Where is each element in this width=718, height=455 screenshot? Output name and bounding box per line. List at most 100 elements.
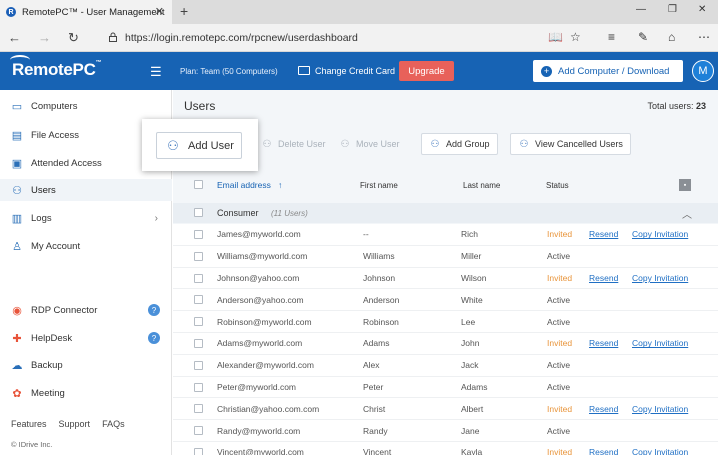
user-email[interactable]: Peter@myworld.com bbox=[217, 382, 296, 392]
user-last-name: Rich bbox=[461, 229, 479, 240]
table-row[interactable]: Christian@yahoo.com.com Christ Albert Invit… bbox=[173, 398, 718, 421]
row-checkbox[interactable] bbox=[194, 338, 203, 348]
add-group-button[interactable]: ⚇ Add Group bbox=[421, 133, 498, 155]
features-link[interactable]: Features bbox=[11, 419, 47, 429]
delete-user-icon: ⚇ bbox=[262, 138, 272, 150]
email-column-header[interactable]: Email address ↑ bbox=[217, 180, 282, 190]
row-checkbox[interactable] bbox=[194, 295, 203, 305]
annotate-icon[interactable]: ✎ bbox=[638, 30, 648, 44]
resend-link[interactable]: Resend bbox=[589, 229, 618, 239]
status-badge: Active bbox=[547, 381, 571, 392]
row-checkbox[interactable] bbox=[194, 360, 203, 370]
user-email[interactable]: Vincent@myworld.com bbox=[217, 447, 304, 455]
view-cancelled-users-button[interactable]: ⚇ View Cancelled Users bbox=[510, 133, 631, 155]
row-checkbox[interactable] bbox=[194, 404, 203, 414]
user-email[interactable]: Christian@yahoo.com.com bbox=[217, 404, 319, 414]
user-email[interactable]: Anderson@yahoo.com bbox=[217, 295, 304, 305]
table-row[interactable]: Vincent@myworld.com Vincent Kayla Invited Re… bbox=[173, 441, 718, 455]
sidebar-item-my-account[interactable]: ♙ My Account bbox=[0, 235, 172, 257]
table-row[interactable]: Peter@myworld.com Peter Adams Active bbox=[173, 376, 718, 399]
copy-invitation-link[interactable]: Copy Invitation bbox=[632, 229, 688, 239]
sidebar-item-meeting[interactable]: ✿ Meeting bbox=[0, 382, 172, 404]
share-icon[interactable]: ⌂ bbox=[668, 30, 675, 44]
tab-close-icon[interactable]: ✕ bbox=[155, 5, 164, 18]
refresh-icon[interactable]: ↻ bbox=[68, 30, 79, 46]
sidebar-item-rdp-connector[interactable]: ◉ RDP Connector ? bbox=[0, 299, 172, 321]
copy-invitation-link[interactable]: Copy Invitation bbox=[632, 273, 688, 283]
support-link[interactable]: Support bbox=[59, 419, 91, 429]
sidebar-item-computers[interactable]: ▭ Computers bbox=[0, 95, 172, 117]
user-email[interactable]: Adams@myworld.com bbox=[217, 338, 302, 348]
user-email[interactable]: James@myworld.com bbox=[217, 229, 301, 239]
user-last-name: Kayla bbox=[461, 447, 483, 455]
group-row-consumer[interactable]: Consumer (11 Users) ︿ bbox=[173, 203, 718, 223]
add-computer-button[interactable]: + Add Computer / Download bbox=[533, 60, 683, 82]
delete-user-button[interactable]: ⚇ Delete User bbox=[253, 133, 334, 155]
more-icon[interactable]: ⋯ bbox=[698, 30, 710, 44]
table-row[interactable]: Robinson@myworld.com Robinson Lee Active bbox=[173, 311, 718, 333]
logs-icon: ▥ bbox=[11, 212, 23, 225]
credit-card-icon bbox=[298, 66, 310, 75]
copy-invitation-link[interactable]: Copy Invitation bbox=[632, 338, 688, 348]
select-all-checkbox[interactable] bbox=[194, 180, 203, 189]
row-checkbox[interactable] bbox=[194, 230, 203, 239]
new-tab-icon[interactable]: + bbox=[180, 3, 188, 19]
resend-link[interactable]: Resend bbox=[589, 273, 618, 283]
browser-tab[interactable]: R RemotePC™ - User Management ✕ bbox=[0, 0, 172, 24]
reading-view-icon[interactable]: 📖 bbox=[548, 30, 563, 44]
group-checkbox[interactable] bbox=[194, 208, 203, 217]
help-icon[interactable]: ? bbox=[148, 304, 160, 316]
table-row[interactable]: Johnson@yahoo.com Johnson Wilson Invited Res… bbox=[173, 267, 718, 290]
hub-icon[interactable]: ≡ bbox=[608, 30, 615, 44]
window-close-icon[interactable]: ✕ bbox=[698, 4, 706, 15]
sidebar-item-logs[interactable]: ▥ Logs › bbox=[0, 207, 172, 229]
row-checkbox[interactable] bbox=[194, 382, 203, 392]
add-group-icon: ⚇ bbox=[430, 138, 440, 150]
hamburger-menu-icon[interactable]: ☰ bbox=[150, 64, 162, 80]
upgrade-button[interactable]: Upgrade bbox=[399, 61, 454, 81]
sidebar-item-backup[interactable]: ☁ Backup bbox=[0, 354, 172, 376]
back-icon[interactable]: ← bbox=[8, 30, 21, 45]
sidebar-item-helpdesk[interactable]: ✚ HelpDesk ? bbox=[0, 327, 172, 349]
table-row[interactable]: Williams@myworld.com Williams Miller Active bbox=[173, 245, 718, 268]
page-title: Users bbox=[184, 99, 216, 113]
chevron-up-icon[interactable]: ︿ bbox=[682, 206, 692, 221]
table-row[interactable]: Anderson@yahoo.com Anderson White Active bbox=[173, 289, 718, 312]
minimize-icon[interactable]: — bbox=[636, 4, 646, 15]
row-checkbox[interactable] bbox=[194, 426, 203, 436]
add-user-button[interactable]: ⚇ Add User bbox=[156, 132, 242, 159]
row-checkbox[interactable] bbox=[194, 251, 203, 261]
sidebar-item-users[interactable]: ⚇ Users bbox=[0, 179, 172, 201]
status-badge: Active bbox=[547, 360, 571, 371]
user-email[interactable]: Williams@myworld.com bbox=[217, 251, 307, 261]
user-email[interactable]: Johnson@yahoo.com bbox=[217, 273, 299, 283]
table-row[interactable]: Randy@myworld.com Randy Jane Active bbox=[173, 420, 718, 442]
faqs-link[interactable]: FAQs bbox=[102, 419, 125, 429]
change-credit-card-link[interactable]: Change Credit Card bbox=[315, 66, 395, 76]
resend-link[interactable]: Resend bbox=[589, 404, 618, 414]
remotepc-logo[interactable]: RemotePC™ bbox=[12, 60, 102, 80]
row-checkbox[interactable] bbox=[194, 317, 203, 327]
user-first-name: Peter bbox=[363, 381, 384, 392]
copy-invitation-link[interactable]: Copy Invitation bbox=[632, 447, 688, 455]
forward-icon[interactable]: → bbox=[38, 30, 51, 45]
user-email[interactable]: Alexander@myworld.com bbox=[217, 360, 314, 370]
url-field[interactable]: https://login.remotepc.com/rpcnew/userda… bbox=[125, 32, 358, 44]
maximize-icon[interactable]: ❐ bbox=[668, 4, 677, 15]
help-icon[interactable]: ? bbox=[148, 332, 160, 344]
favorite-star-icon[interactable]: ☆ bbox=[570, 30, 581, 44]
row-checkbox[interactable] bbox=[194, 447, 203, 455]
user-first-name: Adams bbox=[363, 338, 390, 349]
column-options-icon[interactable]: ▪ bbox=[679, 179, 691, 191]
avatar[interactable]: M bbox=[692, 60, 714, 82]
copy-invitation-link[interactable]: Copy Invitation bbox=[632, 404, 688, 414]
table-row[interactable]: Adams@myworld.com Adams John Invited Resend C… bbox=[173, 332, 718, 355]
resend-link[interactable]: Resend bbox=[589, 447, 618, 455]
table-row[interactable]: James@myworld.com -- Rich Invited Resend Copy… bbox=[173, 224, 718, 246]
user-email[interactable]: Robinson@myworld.com bbox=[217, 317, 312, 327]
resend-link[interactable]: Resend bbox=[589, 338, 618, 348]
user-email[interactable]: Randy@myworld.com bbox=[217, 426, 300, 436]
row-checkbox[interactable] bbox=[194, 273, 203, 283]
move-user-button[interactable]: ⚇ Move User bbox=[331, 133, 408, 155]
table-row[interactable]: Alexander@myworld.com Alex Jack Active bbox=[173, 354, 718, 377]
